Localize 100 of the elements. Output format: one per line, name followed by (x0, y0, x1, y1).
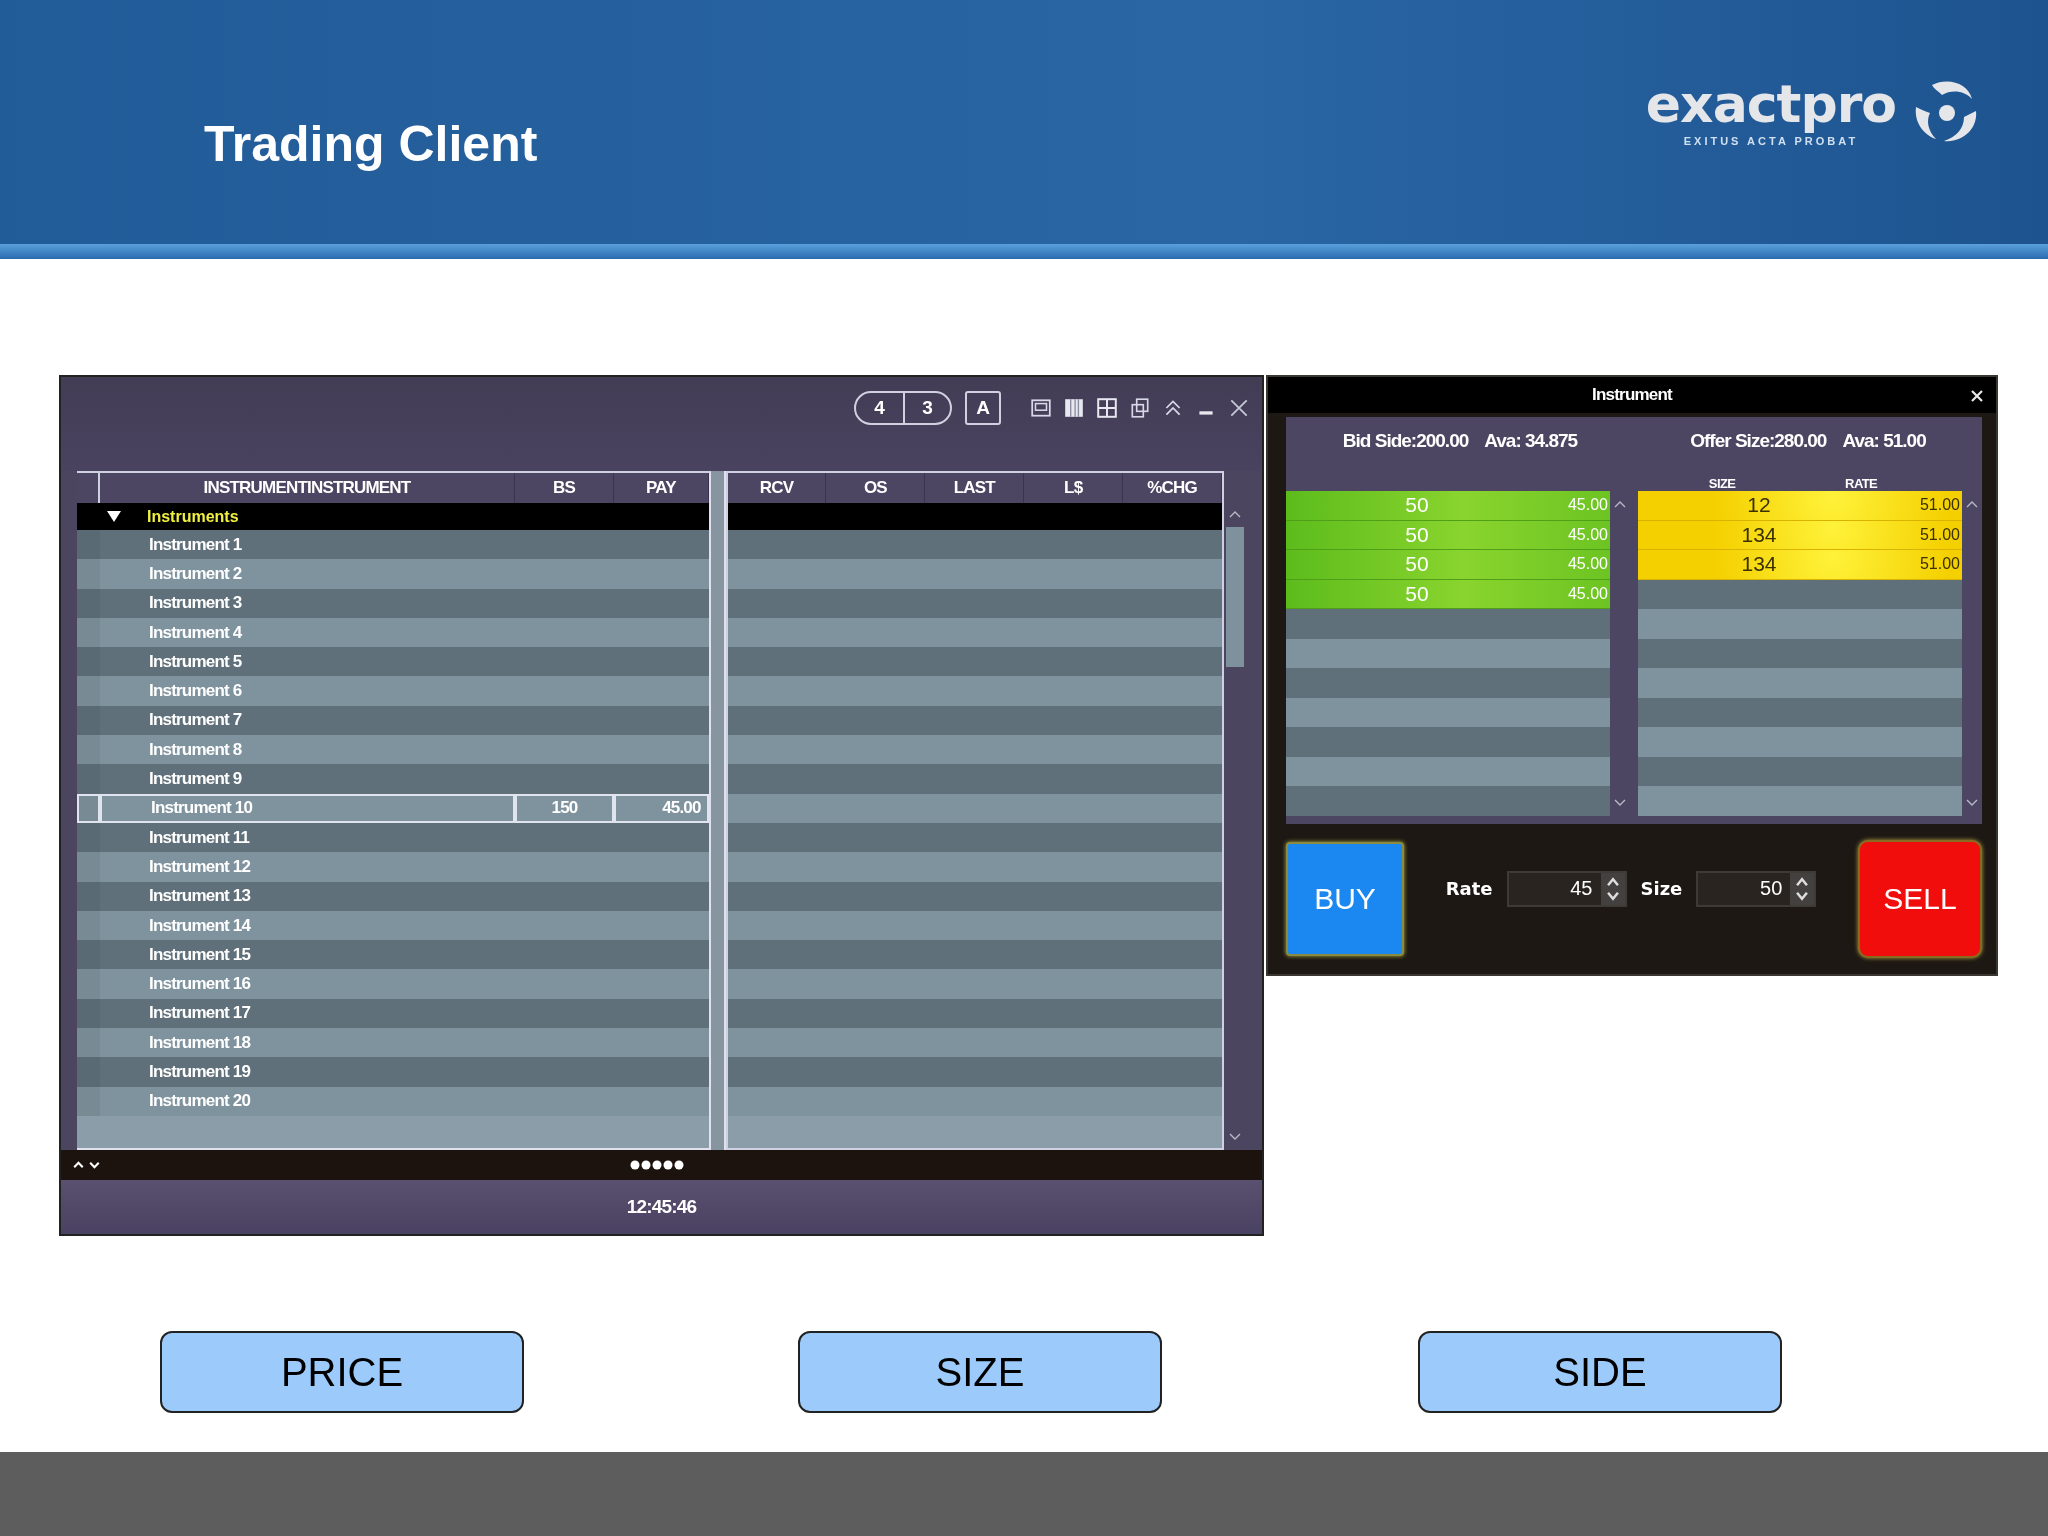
table-row[interactable] (727, 1028, 1222, 1058)
table-cell: Instrument 13 (149, 886, 251, 907)
table-cell: Instrument 12 (149, 856, 251, 877)
column-header: SIZE (1708, 476, 1736, 491)
table-row[interactable] (727, 822, 1222, 853)
table-row[interactable]: Instrument 16 (77, 969, 709, 999)
offer-size: 134 (1740, 552, 1778, 577)
clock-time: 12:45:46 (626, 1196, 697, 1218)
size-field[interactable]: 50 (1696, 870, 1817, 907)
table-cell: Instrument 3 (149, 593, 242, 614)
table-row[interactable]: Instrument 9 (77, 764, 709, 794)
table-cell: Instrument 4 (149, 622, 242, 643)
grid-icon[interactable] (1096, 397, 1118, 419)
table-cell: Instrument 17 (149, 1003, 251, 1024)
bid-rate: 45.00 (1566, 525, 1609, 544)
rate-label: Rate (1445, 878, 1493, 900)
single-window-icon[interactable] (1030, 397, 1052, 419)
table-cell: Instrument 20 (149, 1091, 251, 1112)
table-row[interactable] (727, 940, 1222, 970)
table-cell: Instrument 8 (149, 739, 242, 760)
offer-average: Ava: 51.00 (1842, 430, 1926, 452)
group-row[interactable]: Instruments (77, 503, 709, 530)
table-row[interactable]: Instrument 3 (77, 588, 709, 618)
offer-size: 12 (1746, 493, 1772, 518)
table-row[interactable] (727, 881, 1222, 911)
spinner-arrows-icon[interactable] (1790, 872, 1815, 905)
window-title: Instrument (1592, 385, 1672, 405)
table-cell: Instrument 18 (149, 1032, 251, 1053)
bid-size: 50 (1404, 552, 1430, 577)
offer-row[interactable]: 134 51.00 (1638, 520, 1962, 550)
table-row[interactable] (727, 793, 1222, 823)
logo-name: exactpro (1645, 76, 1896, 132)
copy-icon[interactable] (1129, 397, 1151, 419)
rate-field[interactable]: 45 (1506, 870, 1627, 907)
offer-rate: 51.00 (1918, 525, 1961, 544)
columns-icon[interactable] (1063, 397, 1085, 419)
table-row[interactable]: Instrument 4 (77, 617, 709, 648)
table-cell: Instrument 10 (151, 798, 253, 819)
bid-size: 50 (1404, 581, 1430, 606)
scroll-thumb[interactable] (1226, 527, 1244, 667)
table-cell: 150 (551, 798, 578, 819)
bid-size: 50 (1404, 493, 1430, 518)
close-icon[interactable] (1970, 389, 1984, 403)
bid-rate: 45.00 (1566, 584, 1609, 603)
auto-button[interactable]: A (965, 391, 1001, 425)
table-row[interactable]: Instrument 13 (77, 881, 709, 911)
size-label: Size (1640, 878, 1683, 900)
table-row[interactable] (727, 647, 1222, 677)
table-row[interactable] (727, 1086, 1222, 1116)
group-label: Instruments (147, 507, 239, 526)
table-row[interactable]: Instrument 1 (77, 530, 709, 560)
table-row[interactable] (727, 617, 1222, 648)
buy-button[interactable]: BUY (1286, 841, 1404, 956)
offer-size-total: Offer Size:280.00 (1690, 430, 1827, 452)
table-row[interactable]: Instrument 6 (77, 676, 709, 706)
layout-button[interactable]: 3 (903, 393, 950, 423)
table-row[interactable]: Instrument 20 (77, 1086, 709, 1116)
table-row[interactable] (727, 910, 1222, 941)
table-row[interactable]: Instrument 14 (77, 910, 709, 941)
table-cell: Instrument 16 (149, 974, 251, 995)
table-row[interactable]: Instrument 11 (77, 822, 709, 853)
table-cell: Instrument 7 (149, 710, 242, 731)
table-row[interactable] (727, 998, 1222, 1029)
offer-row[interactable]: 12 51.00 (1638, 491, 1962, 521)
table-row[interactable]: Instrument 17 (77, 998, 709, 1029)
table-row[interactable]: Instrument 12 (77, 852, 709, 882)
table-row[interactable]: Instrument 2 (77, 559, 709, 589)
table-cell: Instrument 5 (149, 651, 242, 672)
table-cell: 45.00 (662, 798, 701, 819)
table-row[interactable]: Instrument 19 (77, 1057, 709, 1087)
table-row[interactable] (727, 530, 1222, 560)
table-cell: Instrument 14 (149, 915, 251, 936)
table-row[interactable]: Instrument 8 (77, 735, 709, 765)
table-cell: Instrument 9 (149, 769, 242, 789)
bid-size: 50 (1404, 522, 1430, 547)
layout-button[interactable]: 4 (856, 393, 903, 423)
table-cell: Instrument 19 (149, 1062, 251, 1082)
answer-button[interactable]: SIDE (1418, 1331, 1782, 1413)
table-row[interactable] (727, 735, 1222, 765)
table-row[interactable] (727, 588, 1222, 618)
table-row[interactable]: Instrument 5 (77, 647, 709, 677)
bid-side-total: Bid Side:200.00 (1342, 430, 1469, 452)
spinner-arrows-icon[interactable] (1600, 872, 1625, 905)
close-icon[interactable] (1228, 397, 1250, 419)
table-cell: Instrument 1 (149, 534, 242, 555)
offer-rate: 51.00 (1918, 555, 1961, 574)
table-row[interactable] (727, 705, 1222, 736)
table-cell: Instrument 11 (149, 827, 250, 848)
answer-button[interactable]: PRICE (160, 1331, 524, 1413)
column-header: RATE (1845, 476, 1878, 491)
sell-button[interactable]: SELL (1858, 839, 1982, 958)
page-dots-icon[interactable] (628, 1159, 685, 1171)
offer-row[interactable]: 134 51.00 (1638, 550, 1962, 580)
table-row[interactable]: Instrument 15 (77, 940, 709, 970)
table-cell: Instrument 2 (149, 563, 242, 584)
answer-button[interactable]: SIZE (798, 1331, 1162, 1413)
slide-title: Trading Client (204, 115, 538, 173)
table-row[interactable]: Instrument 7 (77, 705, 709, 736)
table-row[interactable]: Instrument 10 150 45.00 (77, 793, 709, 823)
table-row[interactable]: Instrument 18 (77, 1028, 709, 1058)
